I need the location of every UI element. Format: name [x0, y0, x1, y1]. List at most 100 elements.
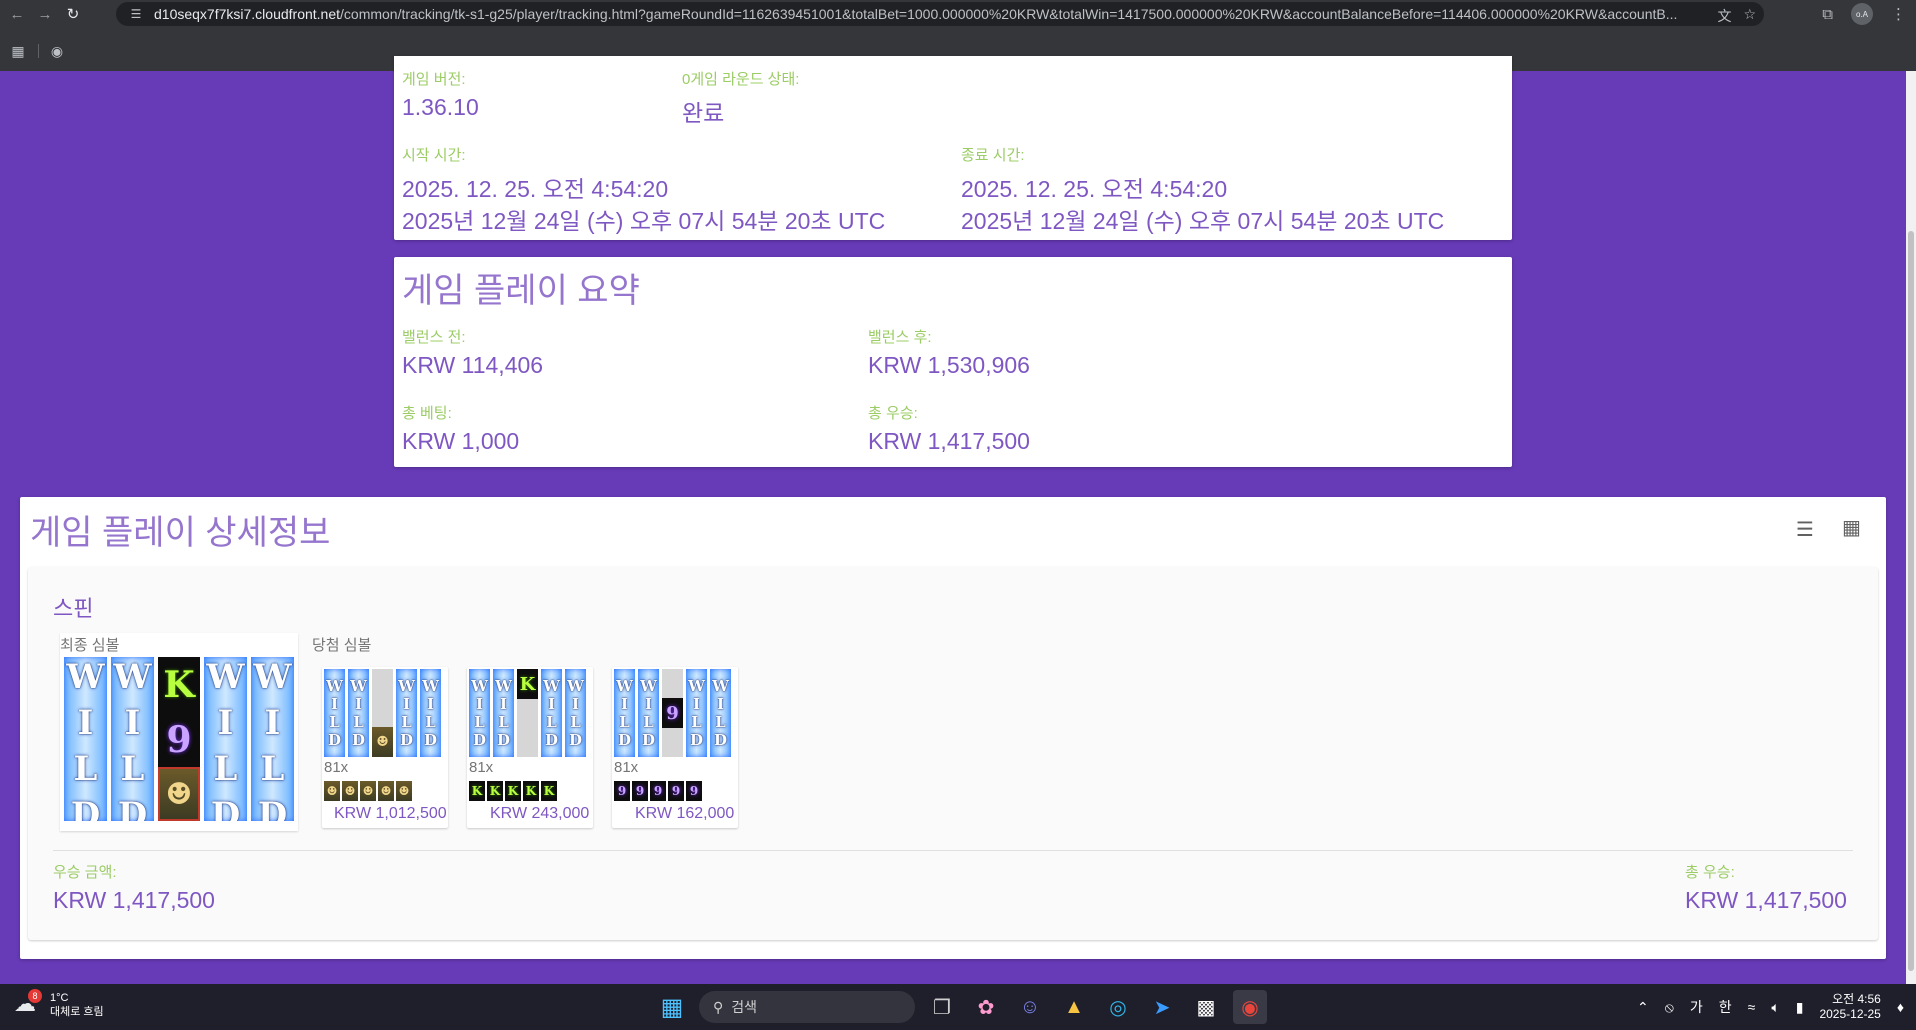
wild-letters: WILD: [615, 677, 634, 749]
k-symbol-icon: K: [469, 781, 485, 801]
scrollbar[interactable]: [1906, 71, 1916, 984]
wild-letters: WILD: [542, 677, 561, 749]
round-status-label: 0게임 라운드 상태:: [682, 71, 800, 88]
nine-symbol-icon: 9: [614, 781, 630, 801]
wild-reel: WILD: [204, 657, 247, 821]
wild-reel: WILD: [420, 669, 441, 757]
apps-grid-icon[interactable]: ▦: [8, 41, 28, 61]
profile-avatar[interactable]: o.A: [1851, 3, 1873, 25]
summary-card: 게임 플레이 요약 밸런스 전: KRW 114,406 밸런스 후: KRW …: [394, 257, 1512, 467]
ime-mode-1[interactable]: 가: [1690, 997, 1703, 1017]
win-amount-value: KRW 1,417,500: [53, 887, 215, 913]
bluetooth-app-icon[interactable]: ➤: [1145, 990, 1179, 1024]
tray-hidden-icon[interactable]: ⦸: [1665, 999, 1674, 1016]
tray-chevron-icon[interactable]: ⌃: [1637, 999, 1649, 1016]
wild-letters: WILD: [494, 677, 513, 749]
k-symbol-icon: K: [523, 781, 539, 801]
center-reel: 9: [662, 669, 683, 757]
notification-bell-icon[interactable]: ♦: [1897, 999, 1904, 1015]
copilot-icon[interactable]: ✿: [969, 990, 1003, 1024]
site-info-icon[interactable]: ☰: [128, 6, 144, 22]
weather-widget[interactable]: ☁ 8 1°C 대체로 흐림: [14, 989, 104, 1019]
file-explorer-icon[interactable]: ▲: [1057, 990, 1091, 1024]
win-amount-label: 우승 금액:: [53, 864, 117, 881]
start-icon[interactable]: ▦: [655, 990, 689, 1024]
final-reels: WILD WILD K 9 ☻ WILD WILD: [64, 657, 294, 821]
start-time-utc: 2025년 12월 24일 (수) 오후 07시 54분 20초 UTC: [402, 208, 886, 234]
taskbar: ☁ 8 1°C 대체로 흐림 ▦ ⚲ 검색 ❐ ✿ ☺ ▲ ◎ ➤ ▩ ◉ ⌃ ⦸ 가…: [0, 984, 1916, 1030]
win-card[interactable]: WILD WILD ☻ WILD WILD 81x ☻ ☻ ☻ ☻ ☻ KRW …: [322, 667, 448, 828]
translate-icon[interactable]: 文: [1717, 6, 1731, 26]
summary-title: 게임 플레이 요약: [402, 272, 640, 310]
clock-time: 오전 4:56: [1832, 992, 1881, 1006]
total-win-value: KRW 1,417,500: [868, 428, 1030, 454]
scrollbar-thumb[interactable]: [1908, 231, 1914, 971]
reload-icon[interactable]: ↻: [62, 3, 84, 25]
balance-after-label: 밸런스 후:: [868, 329, 932, 346]
clock[interactable]: 오전 4:56 2025-12-25: [1819, 992, 1880, 1022]
address-bar[interactable]: ☰ d10seqx7f7ksi7.cloudfront.net/common/t…: [116, 2, 1764, 26]
wild-letters: WILD: [349, 677, 368, 749]
wild-letters: WILD: [112, 657, 153, 821]
teams-icon[interactable]: ☺: [1013, 990, 1047, 1024]
search-placeholder: 검색: [731, 999, 758, 1015]
win-multiplier: 81x: [324, 759, 349, 776]
bookmark-star-icon[interactable]: ☆: [1743, 6, 1756, 26]
win-amount: KRW 243,000: [490, 805, 590, 822]
wild-letters: WILD: [205, 657, 246, 821]
character-symbol-icon: ☻: [378, 781, 394, 801]
winning-symbols-label: 당첨 심볼: [312, 637, 372, 654]
win-amount: KRW 1,012,500: [334, 805, 447, 822]
globe-icon[interactable]: ◉: [47, 41, 67, 61]
total-win-label: 총 우승:: [868, 405, 918, 422]
win-reels: WILD WILD K WILD WILD: [469, 669, 586, 757]
grid-view-icon[interactable]: ▦: [1842, 515, 1861, 540]
win-symbol-row: ☻ ☻ ☻ ☻ ☻: [324, 781, 412, 801]
nine-symbol-icon: 9: [650, 781, 666, 801]
balance-after-value: KRW 1,530,906: [868, 352, 1030, 378]
win-symbol-row: K K K K K: [469, 781, 557, 801]
round-info-card: 게임 버전: 1.36.10 0게임 라운드 상태: 완료 시작 시간: 202…: [394, 56, 1512, 240]
empty-cell: [517, 699, 538, 757]
weather-temp: 1°C: [50, 992, 69, 1004]
wifi-icon[interactable]: ≈: [1748, 999, 1756, 1015]
empty-cell: [372, 669, 393, 727]
total-bet-value: KRW 1,000: [402, 428, 520, 454]
wild-reel: WILD: [469, 669, 490, 757]
url-text[interactable]: d10seqx7f7ksi7.cloudfront.net/common/tra…: [154, 6, 1704, 22]
game-version-value: 1.36.10: [402, 94, 479, 120]
url-path: /common/tracking/tk-s1-g25/player/tracki…: [340, 6, 1678, 22]
center-reel: ☻: [372, 669, 393, 757]
wild-letters: WILD: [470, 677, 489, 749]
task-view-icon[interactable]: ❐: [925, 990, 959, 1024]
browser-toolbar: ← → ↻ ☰ d10seqx7f7ksi7.cloudfront.net/co…: [0, 0, 1916, 28]
character-symbol-icon: ☻: [342, 781, 358, 801]
edge-icon[interactable]: ◎: [1101, 990, 1135, 1024]
volume-icon[interactable]: 🔈︎: [1771, 999, 1779, 1016]
wild-reel: WILD: [541, 669, 562, 757]
store-icon[interactable]: ▩: [1189, 990, 1223, 1024]
win-card[interactable]: WILD WILD 9 WILD WILD 81x 9 9 9 9 9 KRW …: [612, 667, 738, 828]
wild-letters: WILD: [711, 677, 730, 749]
battery-icon[interactable]: ▮: [1796, 999, 1804, 1016]
k-symbol-icon: K: [517, 669, 538, 699]
character-symbol-icon: ☻: [360, 781, 376, 801]
empty-cell: [662, 669, 683, 698]
back-icon[interactable]: ←: [6, 3, 28, 25]
wild-letters: WILD: [65, 657, 106, 821]
divider: [53, 850, 1853, 851]
k-symbol-icon: K: [541, 781, 557, 801]
character-symbol-icon: ☻: [158, 767, 200, 821]
start-time-local: 2025. 12. 25. 오전 4:54:20: [402, 176, 669, 202]
forward-icon[interactable]: →: [34, 3, 56, 25]
k-symbol-icon: K: [487, 781, 503, 801]
chrome-icon[interactable]: ◉: [1233, 990, 1267, 1024]
list-view-icon[interactable]: ☰: [1796, 517, 1814, 542]
taskbar-search[interactable]: ⚲ 검색: [699, 991, 915, 1023]
ime-mode-2[interactable]: 한: [1719, 997, 1732, 1017]
wild-reel: WILD: [565, 669, 586, 757]
extensions-icon[interactable]: ⧉: [1822, 6, 1833, 23]
details-title: 게임 플레이 상세정보: [30, 514, 331, 552]
win-card[interactable]: WILD WILD K WILD WILD 81x K K K K K KRW …: [467, 667, 593, 828]
menu-icon[interactable]: ⋮: [1891, 5, 1906, 23]
